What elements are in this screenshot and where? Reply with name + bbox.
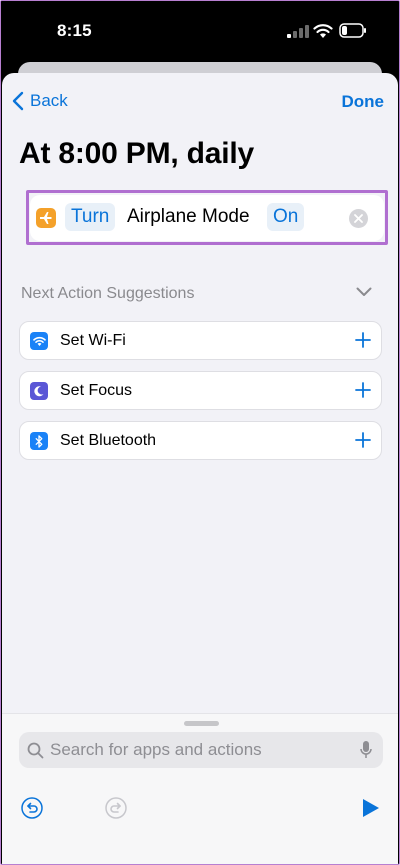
wifi-icon [30,332,48,350]
add-icon[interactable] [355,382,371,398]
redo-icon[interactable] [105,797,127,819]
status-time: 8:15 [57,21,92,40]
undo-icon[interactable] [21,797,43,819]
suggestions-header: Next Action Suggestions [21,285,195,302]
chevron-left-icon [12,91,24,111]
back-button[interactable]: Back [11,91,68,111]
add-icon[interactable] [355,332,371,348]
suggestion-label: Set Wi-Fi [60,332,126,349]
chevron-down-icon[interactable] [356,287,372,297]
suggestion-label: Set Focus [60,382,133,399]
microphone-icon[interactable] [360,740,372,760]
action-search-panel [2,713,398,864]
bluetooth-icon [30,432,48,450]
page-title: At 8:00 PM, daily [19,137,255,170]
battery-icon [339,23,366,38]
status-bar: 8:15 [1,1,399,63]
suggestion-set-bluetooth[interactable]: Set Bluetooth [19,421,382,460]
moon-icon [30,382,48,400]
wifi-status-icon [313,24,333,38]
done-button[interactable]: Done [342,92,385,112]
suggestion-set-focus[interactable]: Set Focus [19,371,382,410]
search-input[interactable] [50,732,350,768]
search-icon [27,742,44,759]
sheet-grabber[interactable] [184,721,219,726]
suggestion-set-wifi[interactable]: Set Wi-Fi [19,321,382,360]
add-icon[interactable] [355,432,371,448]
phone-frame: 8:15 Back Done At 8:00 PM, daily Turn Ai… [0,0,400,865]
action-highlight-box [26,190,388,245]
back-button-label: Back [30,91,68,110]
cellular-signal-icon [287,25,309,38]
search-bar[interactable] [19,732,383,768]
play-icon[interactable] [362,798,380,818]
suggestion-label: Set Bluetooth [60,432,157,449]
